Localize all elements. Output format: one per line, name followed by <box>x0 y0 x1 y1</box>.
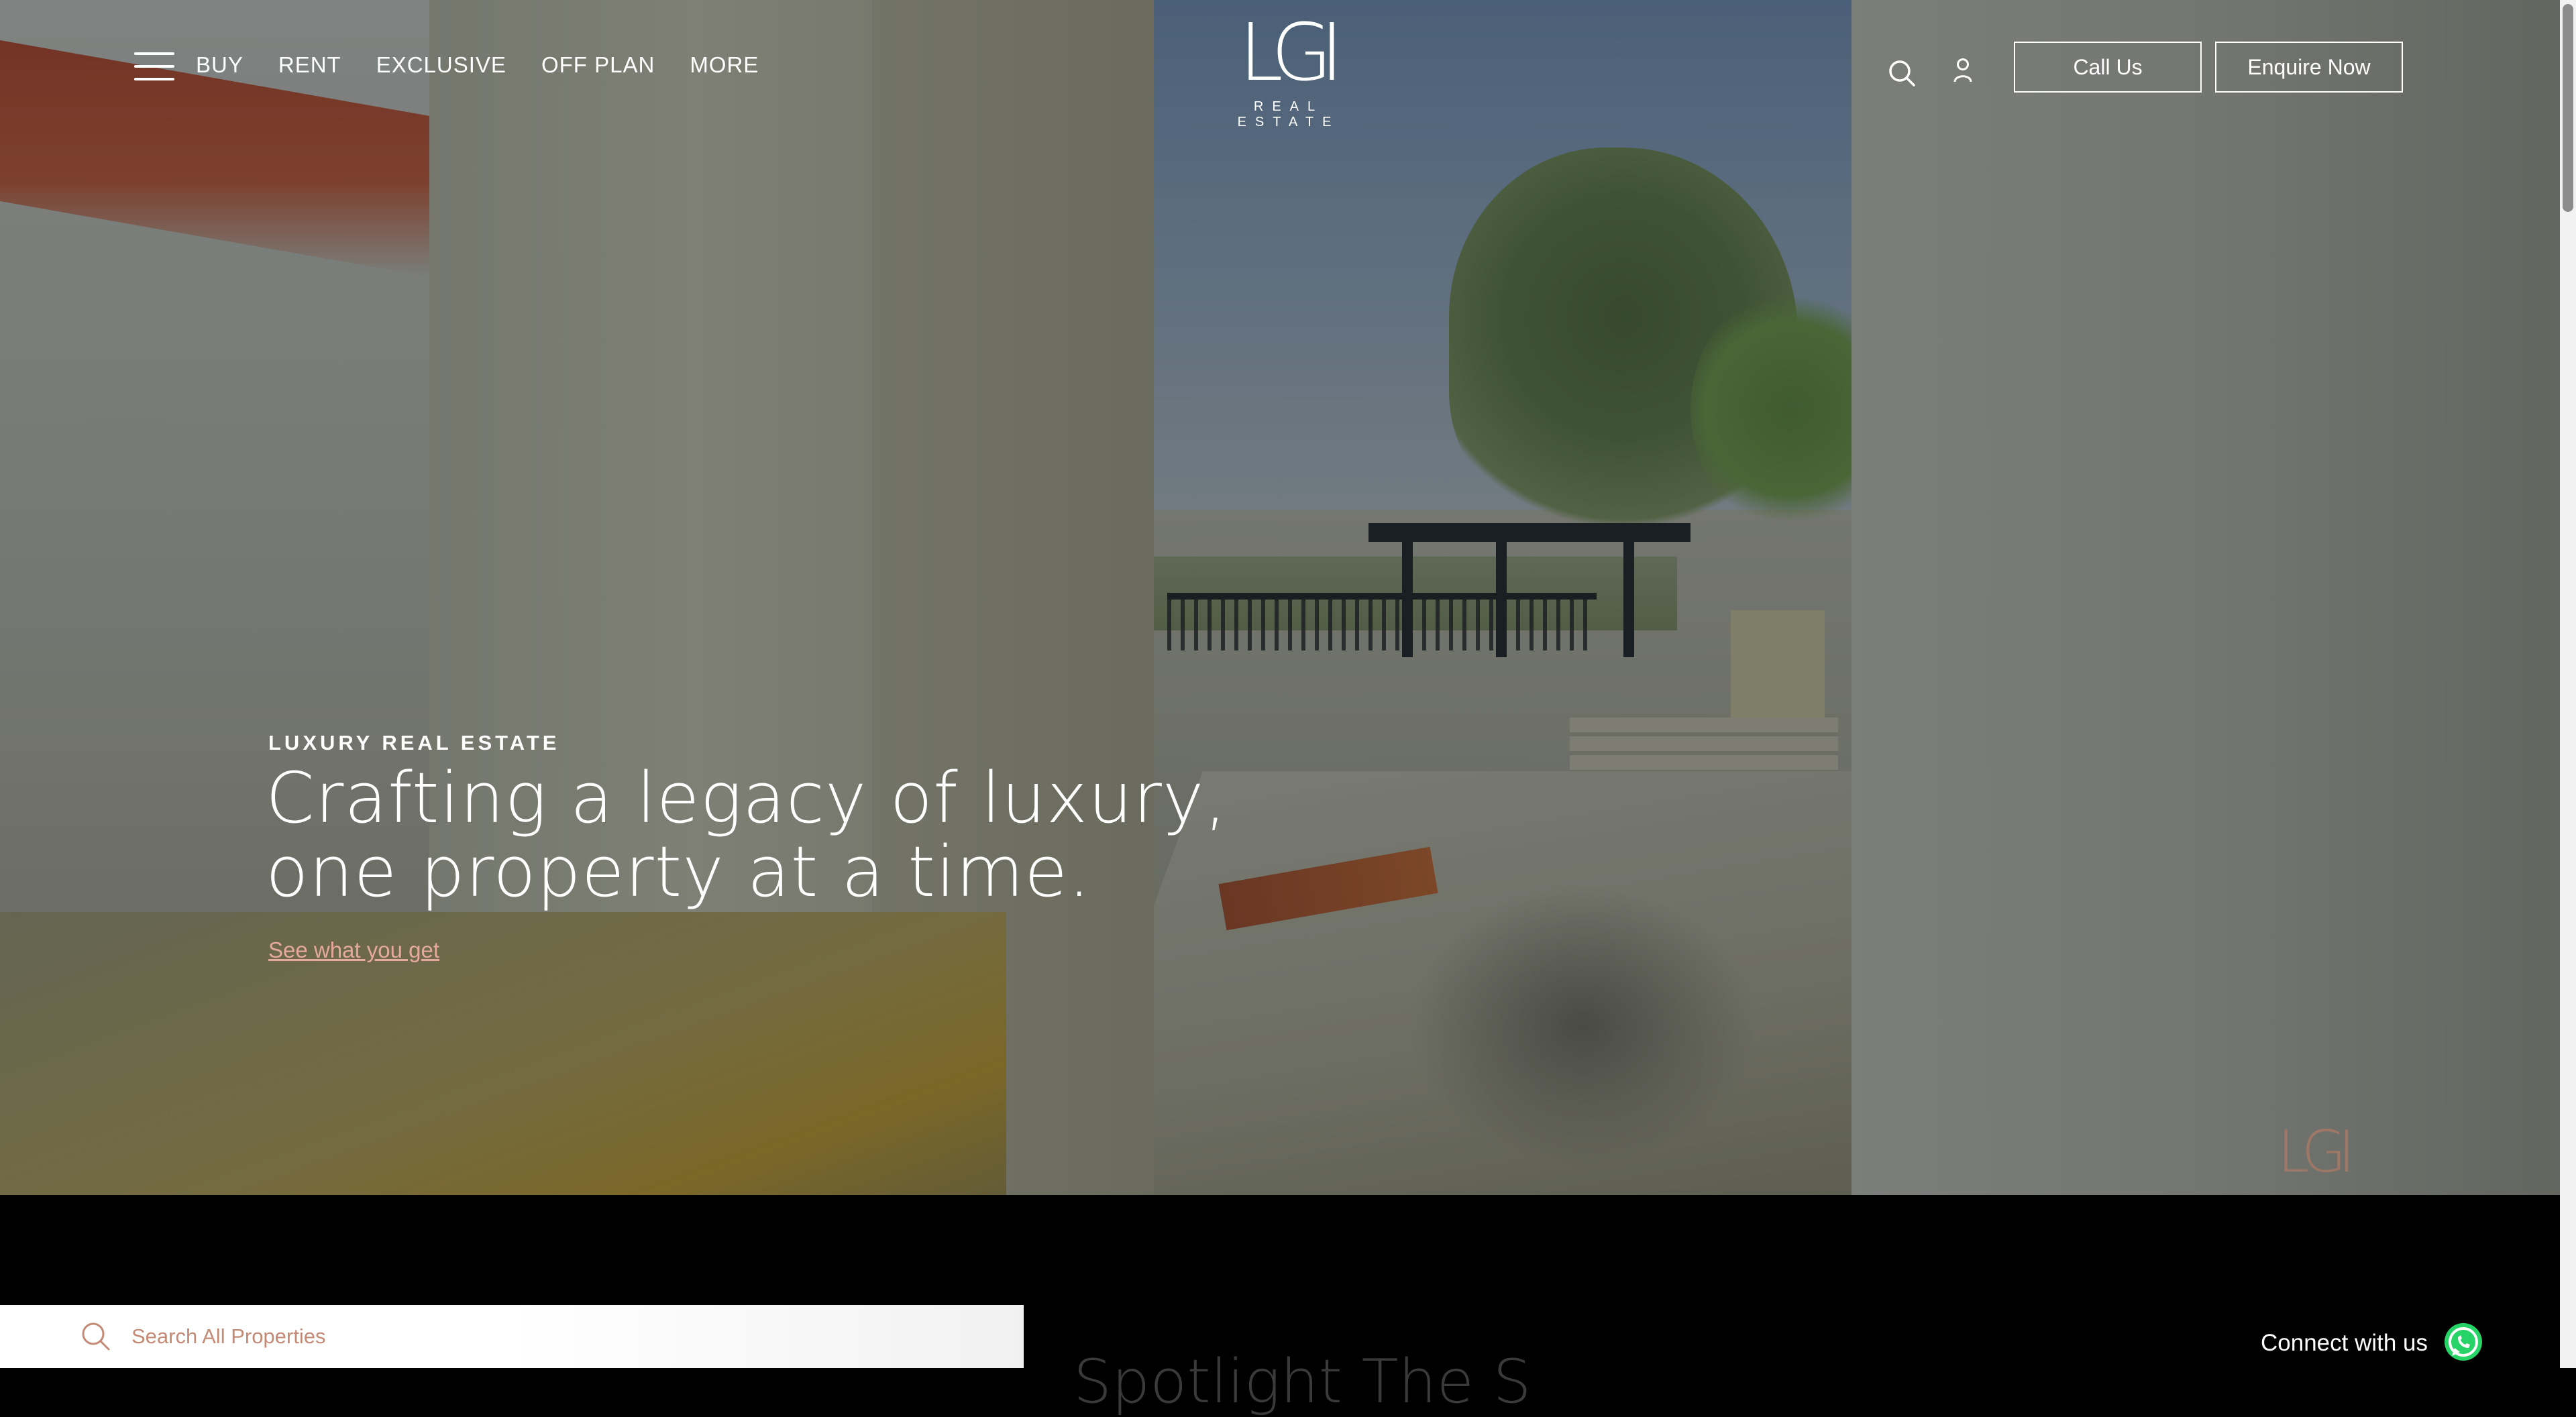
search-input[interactable] <box>130 1324 938 1349</box>
site-logo[interactable]: LGI REAL ESTATE <box>1205 12 1366 130</box>
enquire-now-button[interactable]: Enquire Now <box>2215 42 2403 93</box>
hero-headline-line2: one property at a time. <box>266 831 1091 913</box>
hero-dark-overlay <box>0 0 2560 1195</box>
logo-mark: LGI <box>1239 6 1344 99</box>
hero-headline: Crafting a legacy of luxury, one propert… <box>266 761 1227 909</box>
watermark-logo: LGI <box>2277 1119 2355 1186</box>
user-icon[interactable] <box>1949 56 1976 83</box>
see-what-you-get-link[interactable]: See what you get <box>268 938 439 963</box>
connect-with-us-button[interactable]: Connect with us <box>2261 1321 2484 1365</box>
call-us-button[interactable]: Call Us <box>2014 42 2202 93</box>
nav-item-off-plan[interactable]: OFF PLAN <box>541 52 655 78</box>
nav-item-exclusive[interactable]: EXCLUSIVE <box>376 52 506 78</box>
nav-item-buy[interactable]: BUY <box>196 52 244 78</box>
connect-label: Connect with us <box>2261 1330 2428 1356</box>
section-title: Spotlight The S <box>1073 1347 1532 1417</box>
main-nav: BUY RENT EXCLUSIVE OFF PLAN MORE <box>196 52 759 78</box>
logo-subtitle: REAL ESTATE <box>1237 99 1340 129</box>
scrollbar-thumb[interactable] <box>2563 4 2573 212</box>
page-scrollbar[interactable] <box>2560 0 2576 1368</box>
hero-eyebrow: LUXURY REAL ESTATE <box>268 731 560 754</box>
search-icon[interactable] <box>1888 58 1917 87</box>
hero-headline-line1: Crafting a legacy of luxury, <box>266 757 1228 839</box>
nav-item-more[interactable]: MORE <box>690 52 759 78</box>
nav-item-rent[interactable]: RENT <box>278 52 341 78</box>
search-icon <box>80 1321 111 1352</box>
property-search-bar[interactable] <box>0 1305 1024 1368</box>
hero-banner: LGI <box>0 0 2560 1195</box>
whatsapp-icon <box>2443 1321 2484 1365</box>
hamburger-menu-icon[interactable] <box>134 52 174 83</box>
